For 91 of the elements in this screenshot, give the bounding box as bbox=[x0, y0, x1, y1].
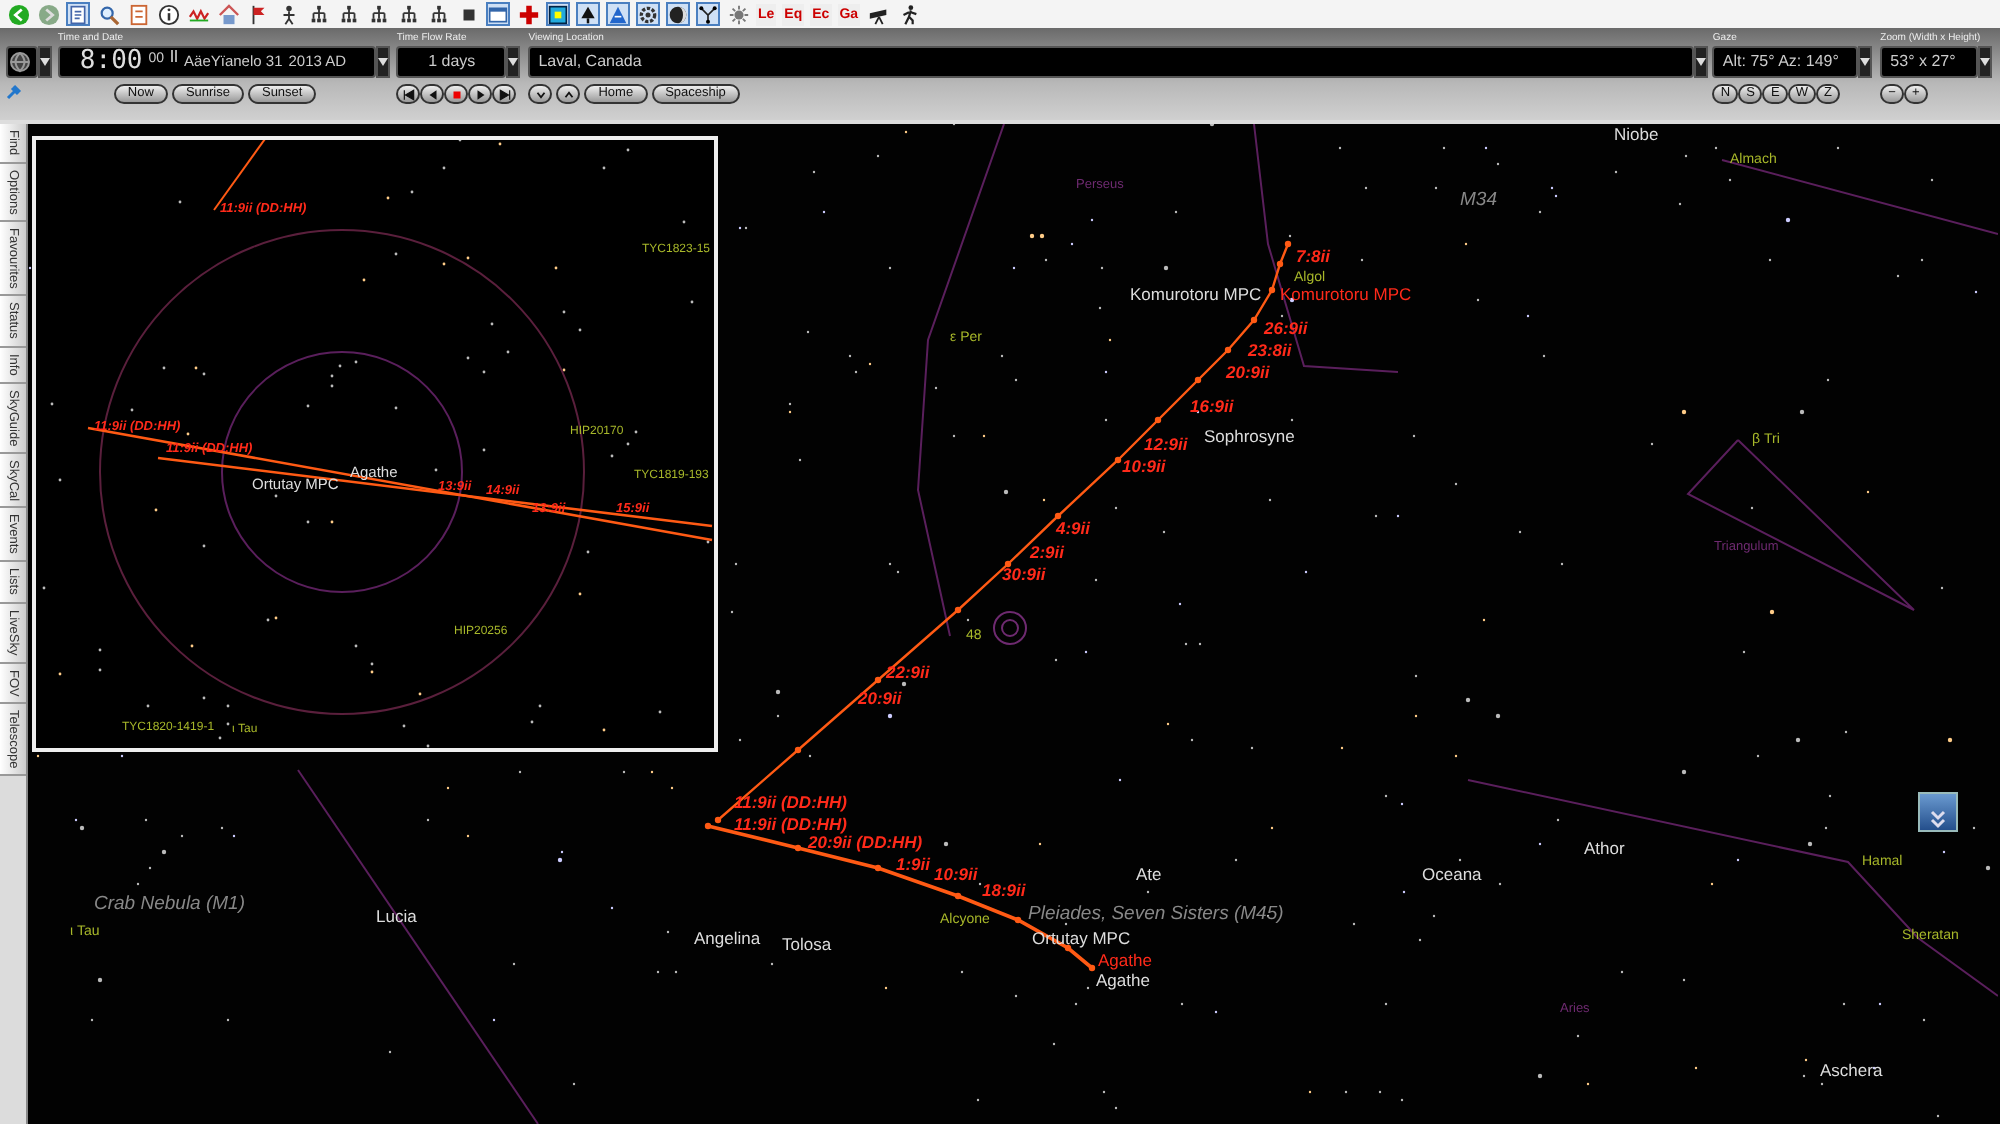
caret-icon bbox=[1860, 58, 1871, 66]
caret-icon bbox=[1980, 58, 1991, 66]
double-chevron-icon bbox=[1926, 805, 1950, 830]
stop-button[interactable] bbox=[444, 84, 469, 104]
page-icon[interactable] bbox=[66, 2, 90, 26]
step-back-button[interactable] bbox=[420, 84, 445, 104]
object-label[interactable]: Komurotoru MPC bbox=[1130, 285, 1262, 303]
zoom-field[interactable]: 53° x 27° bbox=[1880, 46, 1979, 78]
window-icon[interactable] bbox=[486, 2, 510, 26]
time-flow-text: 1 days bbox=[428, 50, 476, 74]
object-label[interactable]: Tolosa bbox=[782, 935, 832, 953]
date-label[interactable]: 26:9ii bbox=[1264, 319, 1308, 337]
object-label[interactable]: Niobe bbox=[1614, 125, 1659, 143]
location-text: Laval, Canada bbox=[538, 50, 642, 74]
caret-icon bbox=[377, 58, 388, 66]
date-label[interactable]: 1:9ii bbox=[896, 855, 931, 873]
caret-icon bbox=[40, 58, 50, 66]
object-label[interactable]: Agathe bbox=[1096, 971, 1150, 989]
gaze-field[interactable]: Alt: 75° Az: 149° bbox=[1712, 46, 1859, 78]
object-label[interactable]: Angelina bbox=[694, 929, 761, 947]
info-icon[interactable] bbox=[156, 2, 180, 26]
date-label[interactable]: 30:9ii bbox=[1002, 565, 1046, 583]
object-label[interactable]: Agathe bbox=[1098, 951, 1152, 969]
time-flow-field[interactable]: 1 days bbox=[396, 46, 507, 78]
object-label[interactable]: Sophrosyne bbox=[1204, 427, 1295, 445]
date-label[interactable]: 12:9ii bbox=[1144, 435, 1188, 453]
dropdown-button[interactable] bbox=[38, 46, 52, 78]
house-icon[interactable] bbox=[216, 2, 240, 26]
object-label[interactable]: Lucia bbox=[376, 907, 417, 925]
scroll-down-button[interactable] bbox=[1918, 792, 1958, 832]
caret-icon bbox=[508, 58, 519, 66]
date-label[interactable]: 4:9ii bbox=[1056, 519, 1091, 537]
date-label[interactable]: 20:9ii (DD:HH) bbox=[808, 833, 923, 851]
caret-icon bbox=[1696, 58, 1707, 66]
dropdown-button[interactable] bbox=[1858, 46, 1873, 78]
skip-forward-icon bbox=[497, 87, 512, 101]
date-label[interactable]: 11:9ii (DD:HH) bbox=[734, 815, 848, 833]
object-label[interactable]: Oceana bbox=[1422, 865, 1482, 883]
play-button[interactable] bbox=[468, 84, 493, 104]
object-label[interactable]: Komurotoru MPC bbox=[1280, 285, 1412, 303]
gaze-text: Alt: 75° Az: 149° bbox=[1722, 50, 1839, 74]
date-label[interactable]: 2:9ii bbox=[1030, 543, 1065, 561]
date-label[interactable]: 10:9ii bbox=[934, 865, 978, 883]
skip-forward-button[interactable] bbox=[492, 84, 517, 104]
play-icon bbox=[473, 87, 488, 101]
date-label[interactable]: 22:9ii bbox=[886, 663, 930, 681]
deep-sky-label[interactable]: M34 bbox=[1460, 190, 1497, 210]
deep-sky-label[interactable]: Pleiades, Seven Sisters (M45) bbox=[1028, 904, 1284, 924]
hierarchy-icon[interactable] bbox=[366, 2, 390, 26]
down-button[interactable] bbox=[528, 84, 553, 104]
skip-back-icon bbox=[401, 87, 416, 101]
object-label[interactable]: Athor bbox=[1584, 839, 1625, 857]
plus-icon[interactable] bbox=[516, 2, 540, 26]
back-icon[interactable] bbox=[6, 2, 30, 26]
network-icon[interactable] bbox=[696, 2, 720, 26]
date-label[interactable]: 23:8ii bbox=[1248, 341, 1292, 359]
sun-icon[interactable] bbox=[726, 2, 750, 26]
pin-icon[interactable] bbox=[6, 84, 22, 100]
hierarchy-icon[interactable] bbox=[336, 2, 360, 26]
globe-button[interactable] bbox=[6, 46, 38, 78]
step-back-icon bbox=[425, 87, 440, 101]
dropdown-button[interactable] bbox=[506, 46, 521, 78]
object-label[interactable]: Aschera bbox=[1820, 1061, 1883, 1079]
search-icon[interactable] bbox=[96, 2, 120, 26]
field-of-view-marker bbox=[993, 611, 1027, 645]
object-label[interactable]: Ate bbox=[1136, 865, 1162, 883]
mountain-icon[interactable] bbox=[606, 2, 630, 26]
zoom-text: 53° x 27° bbox=[1890, 50, 1956, 74]
up-button[interactable] bbox=[556, 84, 581, 104]
time-text: 8:00 bbox=[79, 44, 143, 81]
target-icon[interactable] bbox=[546, 2, 570, 26]
date-label[interactable]: 18:9ii bbox=[982, 881, 1026, 899]
gear-icon[interactable] bbox=[636, 2, 660, 26]
pause-icon[interactable] bbox=[170, 50, 179, 62]
tree-icon[interactable] bbox=[576, 2, 600, 26]
location-field[interactable]: Laval, Canada bbox=[528, 46, 1695, 78]
dropdown-button[interactable] bbox=[1694, 46, 1709, 78]
hierarchy-icon[interactable] bbox=[426, 2, 450, 26]
moon-icon[interactable] bbox=[666, 2, 690, 26]
deep-sky-label[interactable]: Crab Nebula (M1) bbox=[94, 894, 245, 914]
date-label[interactable]: 7:8ii bbox=[1296, 247, 1331, 265]
hierarchy-icon[interactable] bbox=[306, 2, 330, 26]
stop-icon bbox=[449, 87, 464, 101]
hierarchy-icon[interactable] bbox=[396, 2, 420, 26]
dropdown-button[interactable] bbox=[1978, 46, 1993, 78]
date-label[interactable]: 16:9ii bbox=[1190, 397, 1234, 415]
document-icon[interactable] bbox=[126, 2, 150, 26]
date-label[interactable]: 20:9ii bbox=[858, 689, 902, 707]
date-label[interactable]: 20:9ii bbox=[1226, 363, 1270, 381]
date-label[interactable]: 10:9ii bbox=[1122, 457, 1166, 475]
skip-back-button[interactable] bbox=[396, 84, 421, 104]
